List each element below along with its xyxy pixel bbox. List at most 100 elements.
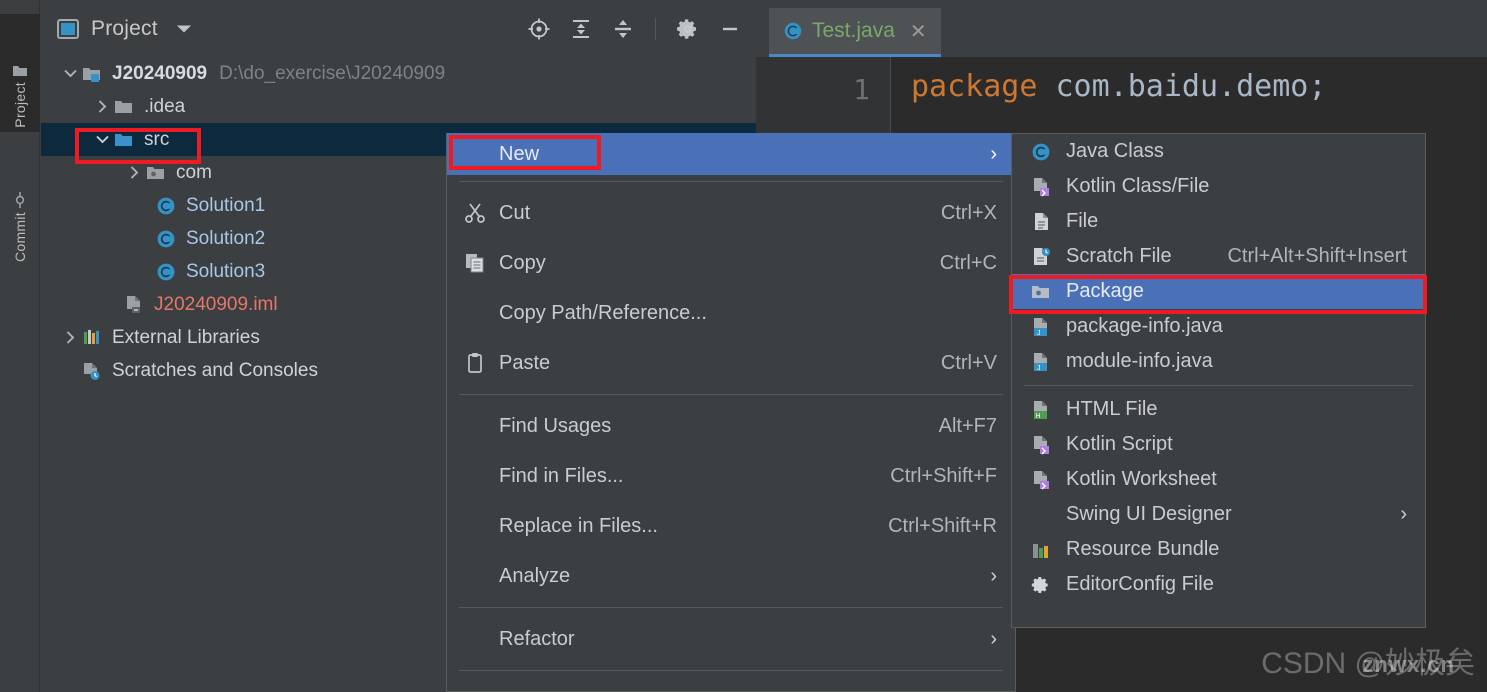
menu-item-new[interactable]: New › <box>447 133 1015 175</box>
svg-text:H: H <box>1036 413 1041 420</box>
tree-item-label: com <box>176 161 212 183</box>
editor-tab-test-java[interactable]: Test.java ✕ <box>769 8 941 57</box>
menu-item-refactor[interactable]: Refactor › <box>447 614 1015 664</box>
menu-item-copy[interactable]: Copy Ctrl+C <box>447 238 1015 288</box>
collapse-all-icon[interactable] <box>611 17 635 41</box>
tool-tab-commit-label: Commit <box>12 211 28 262</box>
submenu-item-java-class[interactable]: Java Class <box>1012 134 1425 169</box>
line-number: 1 <box>853 73 870 106</box>
submenu-item-package[interactable]: Package <box>1012 274 1425 309</box>
menu-item-shortcut: Ctrl+V <box>940 351 997 374</box>
menu-item-copy-path-reference[interactable]: Copy Path/Reference... <box>447 288 1015 338</box>
submenu-item-label: HTML File <box>1066 398 1158 420</box>
expand-all-icon[interactable] <box>569 17 593 41</box>
html-file-icon: H <box>1030 399 1052 421</box>
submenu-item-label: Kotlin Script <box>1066 433 1173 455</box>
java-class-icon <box>155 195 177 217</box>
editor-tab-bar: Test.java ✕ <box>756 0 1487 57</box>
scratch-file-icon <box>1030 246 1052 268</box>
menu-item-shortcut: Ctrl+Shift+R <box>888 514 997 537</box>
submenu-item-kotlin-script[interactable]: Kotlin Script <box>1012 427 1425 462</box>
chevron-right-icon[interactable] <box>59 327 81 349</box>
scratches-icon <box>81 360 103 382</box>
menu-item-label: Copy <box>499 251 546 274</box>
commit-icon <box>12 191 28 208</box>
kotlin-script-icon <box>1030 434 1052 456</box>
submenu-item-label: module-info.java <box>1066 350 1213 372</box>
submenu-item-html-file[interactable]: H HTML File <box>1012 392 1425 427</box>
code-line-1: package com.baidu.demo; <box>911 69 1326 104</box>
menu-item-label: Replace in Files... <box>499 514 658 537</box>
code-keyword: package <box>911 69 1038 104</box>
menu-separator <box>459 394 1003 395</box>
menu-item-shortcut: Alt+F7 <box>938 414 997 437</box>
menu-item-label: Paste <box>499 351 551 374</box>
gear-icon <box>1030 574 1052 596</box>
project-panel-header: Project <box>41 0 756 57</box>
chevron-down-icon[interactable] <box>91 129 113 151</box>
svg-text:J: J <box>1037 365 1041 372</box>
iml-file-icon <box>123 294 145 316</box>
context-menu[interactable]: New › Cut Ctrl+X Copy Ctrl+C Copy Path/R… <box>446 133 1016 692</box>
menu-item-label: Analyze <box>499 564 571 587</box>
menu-item-replace-in-files[interactable]: Replace in Files... Ctrl+Shift+R <box>447 501 1015 551</box>
chevron-right-icon[interactable] <box>123 162 145 184</box>
menu-item-paste[interactable]: Paste Ctrl+V <box>447 338 1015 388</box>
java-file-icon: J <box>1030 351 1052 373</box>
submenu-item-label: Resource Bundle <box>1066 538 1220 560</box>
menu-item-shortcut: Ctrl+Shift+F <box>890 464 997 487</box>
menu-separator <box>459 607 1003 608</box>
folder-icon <box>113 96 135 118</box>
submenu-item-file[interactable]: File <box>1012 204 1425 239</box>
menu-item-find-usages[interactable]: Find Usages Alt+F7 <box>447 401 1015 451</box>
tree-item-label: Scratches and Consoles <box>112 359 318 381</box>
submenu-item-swing-ui-designer[interactable]: Swing UI Designer › <box>1012 497 1425 532</box>
submenu-item-shortcut: Ctrl+Alt+Shift+Insert <box>1227 245 1407 267</box>
tool-tab-project-label: Project <box>12 82 28 128</box>
tree-row[interactable]: J20240909 D:\do_exercise\J20240909 <box>41 57 756 90</box>
submenu-item-label: Swing UI Designer <box>1066 503 1232 525</box>
tree-item-label: J20240909 <box>112 62 208 84</box>
code-identifier: com.baidu.demo; <box>1037 69 1327 104</box>
left-tool-strip: Project Commit <box>0 0 40 692</box>
menu-item-label: Refactor <box>499 627 575 650</box>
submenu-item-label: Package <box>1066 280 1144 302</box>
menu-item-analyze[interactable]: Analyze › <box>447 551 1015 601</box>
menu-item-shortcut: Ctrl+X <box>940 201 997 224</box>
new-submenu[interactable]: Java Class Kotlin Class/File File Scratc… <box>1011 133 1426 628</box>
menu-item-find-in-files[interactable]: Find in Files... Ctrl+Shift+F <box>447 451 1015 501</box>
submenu-item-scratch-file[interactable]: Scratch File Ctrl+Alt+Shift+Insert <box>1012 239 1425 274</box>
menu-item-cut[interactable]: Cut Ctrl+X <box>447 188 1015 238</box>
submenu-item-label: File <box>1066 210 1099 232</box>
submenu-item-label: EditorConfig File <box>1066 573 1214 595</box>
menu-item-label: Copy Path/Reference... <box>499 301 707 324</box>
submenu-item-module-info-java[interactable]: J module-info.java <box>1012 344 1425 379</box>
chevron-right-icon: › <box>990 142 997 165</box>
chevron-right-icon: › <box>990 627 997 650</box>
tool-tab-commit[interactable]: Commit <box>0 148 40 266</box>
close-icon[interactable]: ✕ <box>910 19 927 44</box>
chevron-down-icon[interactable] <box>59 63 81 85</box>
select-opened-file-icon[interactable] <box>527 17 551 41</box>
menu-item-label: Cut <box>499 201 531 224</box>
tree-item-label: src <box>144 128 170 150</box>
submenu-item-kotlin-worksheet[interactable]: Kotlin Worksheet <box>1012 462 1425 497</box>
hide-panel-icon[interactable] <box>718 17 742 41</box>
toolbar-divider <box>655 17 656 40</box>
clipboard-icon <box>463 351 487 375</box>
submenu-item-editorconfig-file[interactable]: EditorConfig File <box>1012 567 1425 602</box>
module-folder-icon <box>81 63 103 85</box>
chevron-right-icon[interactable] <box>91 96 113 118</box>
settings-gear-icon[interactable] <box>676 17 700 41</box>
menu-item-label: Find Usages <box>499 414 612 437</box>
submenu-item-resource-bundle[interactable]: Resource Bundle <box>1012 532 1425 567</box>
submenu-item-package-info-java[interactable]: J package-info.java <box>1012 309 1425 344</box>
menu-item-bookmarks[interactable]: Bookmarks › <box>447 677 1015 692</box>
submenu-item-kotlin-class-file[interactable]: Kotlin Class/File <box>1012 169 1425 204</box>
tool-tab-project[interactable]: Project <box>0 14 40 132</box>
tree-row[interactable]: .idea <box>41 90 756 123</box>
submenu-item-label: Kotlin Class/File <box>1066 175 1210 197</box>
chevron-down-icon[interactable] <box>176 24 192 34</box>
submenu-item-label: Scratch File <box>1066 245 1172 267</box>
submenu-item-label: package-info.java <box>1066 315 1223 337</box>
